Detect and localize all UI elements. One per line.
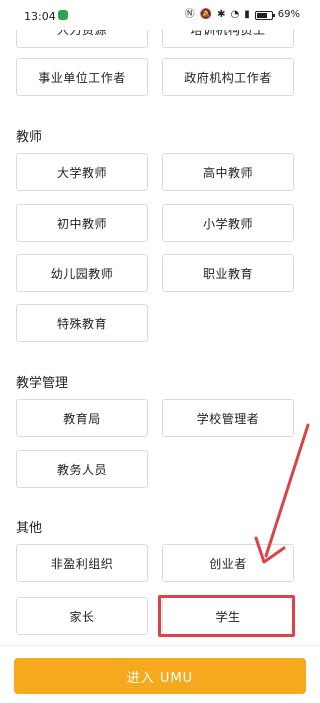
option-nonprofit[interactable]: 非盈利组织 <box>16 544 148 582</box>
option-student[interactable]: 学生 <box>162 597 294 635</box>
chat-app-icon <box>58 10 68 20</box>
bottom-bar: 进入 UMU <box>0 645 320 703</box>
nfc-icon: Ⓝ <box>184 9 195 20</box>
option-public-institution[interactable]: 事业单位工作者 <box>16 58 148 96</box>
status-icons: Ⓝ 🔕 ✱ ◔ ▮ 69% <box>185 9 300 21</box>
option-government[interactable]: 政府机构工作者 <box>162 58 294 96</box>
option-school-admin[interactable]: 学校管理者 <box>162 399 294 437</box>
option-university-teacher[interactable]: 大学教师 <box>16 153 148 191</box>
signal-icon: ▮ <box>244 9 250 20</box>
section-title-teacher: 教师 <box>16 130 43 145</box>
battery-percent: 69% <box>277 9 300 20</box>
status-bar: 13:04 Ⓝ 🔕 ✱ ◔ ▮ 69% <box>0 0 320 30</box>
mute-icon: 🔕 <box>199 9 213 20</box>
wifi-icon: ◔ <box>230 9 240 20</box>
option-education-bureau[interactable]: 教育局 <box>16 399 148 437</box>
section-title-other: 其他 <box>16 521 43 536</box>
option-academic-staff[interactable]: 教务人员 <box>16 450 148 488</box>
section-title-edu-admin: 教学管理 <box>16 376 69 391</box>
option-parent[interactable]: 家长 <box>16 597 148 635</box>
option-primary-school-teacher[interactable]: 小学教师 <box>162 204 294 242</box>
enter-umu-button[interactable]: 进入 UMU <box>14 658 306 694</box>
option-middle-school-teacher[interactable]: 初中教师 <box>16 204 148 242</box>
option-high-school-teacher[interactable]: 高中教师 <box>162 153 294 191</box>
battery-icon <box>254 10 275 20</box>
option-special-education[interactable]: 特殊教育 <box>16 304 148 342</box>
bluetooth-icon: ✱ <box>217 9 226 20</box>
option-kindergarten-teacher[interactable]: 幼儿园教师 <box>16 254 148 292</box>
option-entrepreneur[interactable]: 创业者 <box>162 544 294 582</box>
status-time: 13:04 <box>24 10 56 23</box>
option-vocational-education[interactable]: 职业教育 <box>162 254 294 292</box>
